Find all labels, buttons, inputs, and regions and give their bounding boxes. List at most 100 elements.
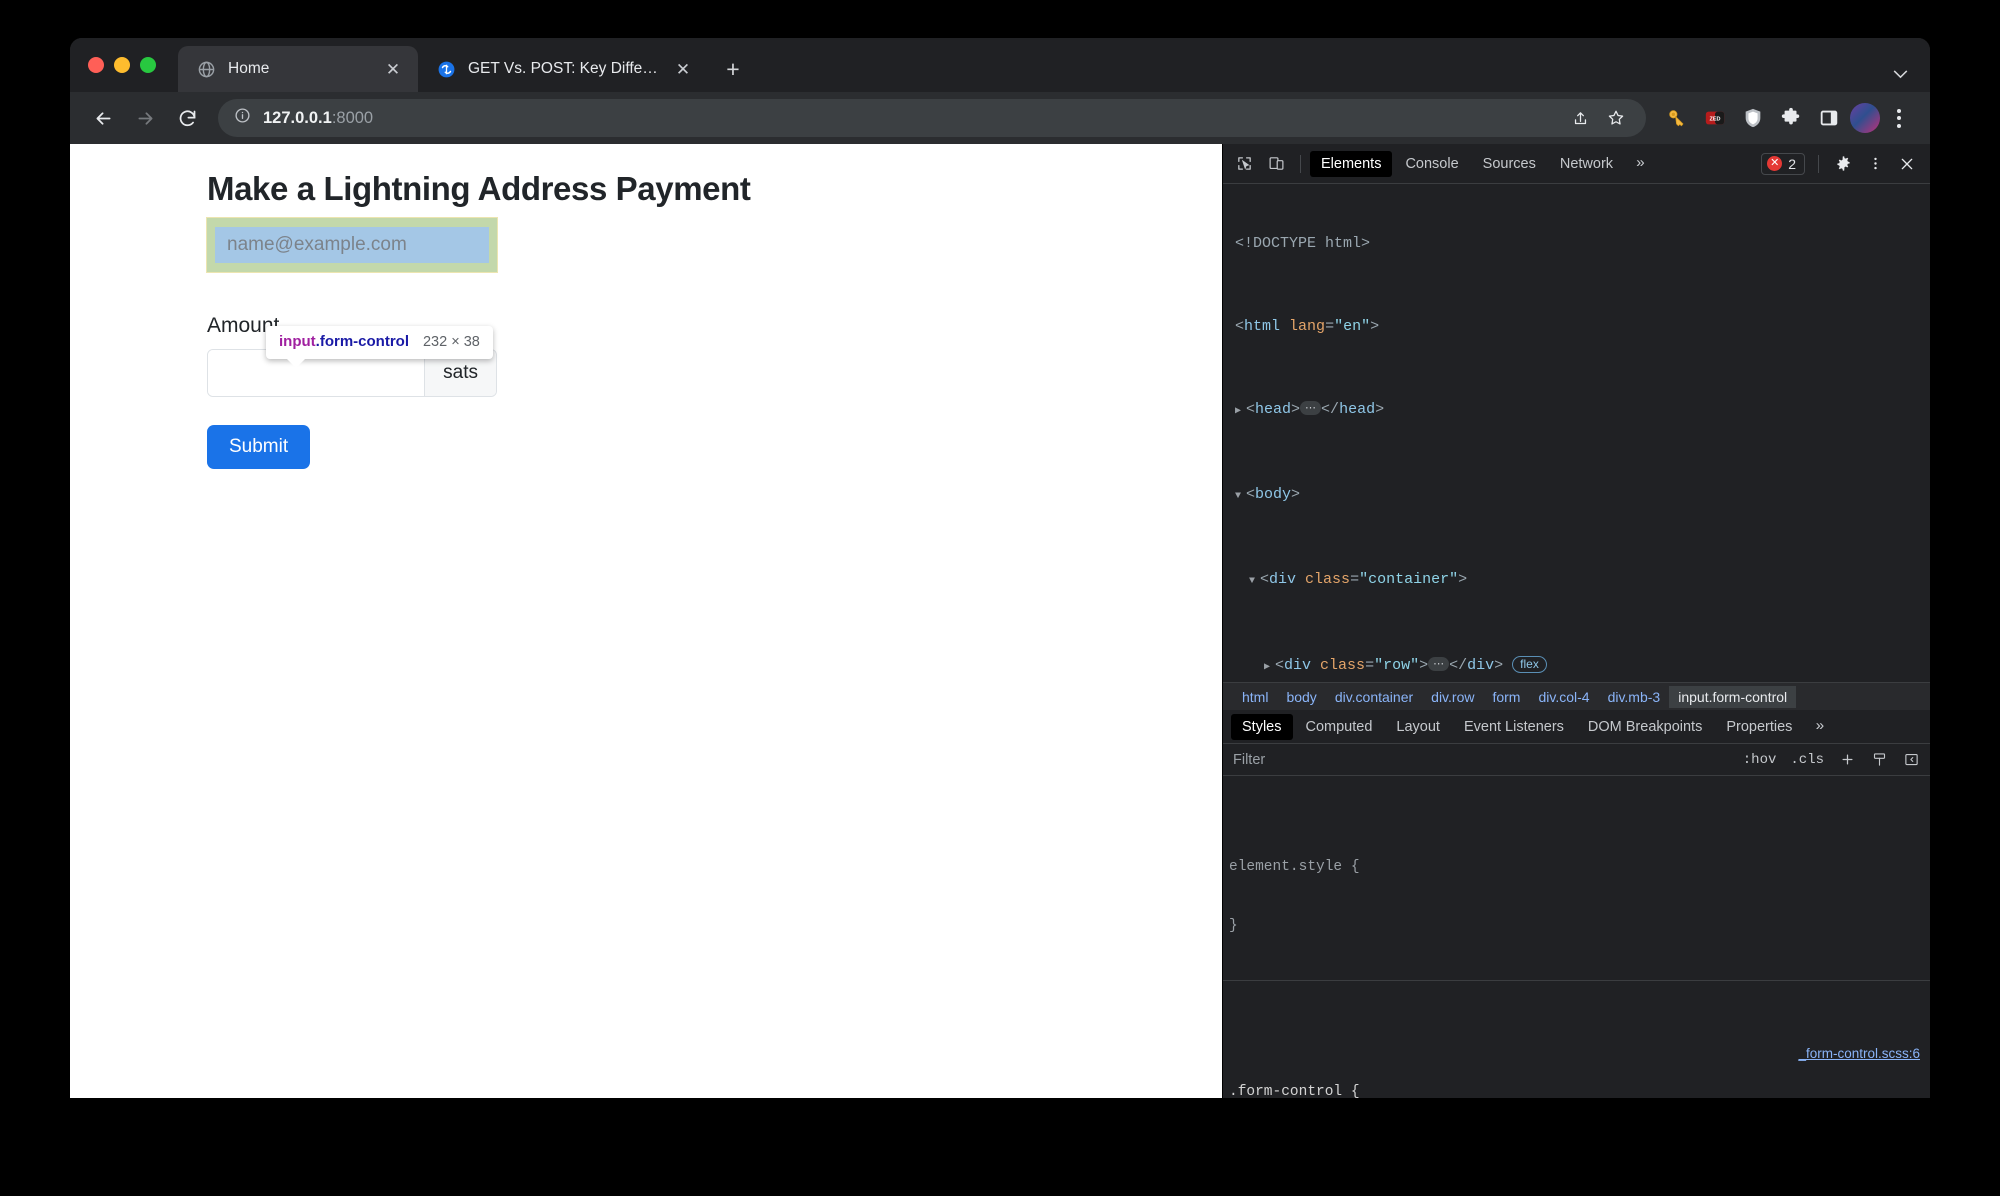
tooltip-selector: input.form-control (279, 333, 409, 351)
tab-computed[interactable]: Computed (1295, 714, 1384, 740)
tab-dom-breakpoints[interactable]: DOM Breakpoints (1577, 714, 1713, 740)
address-bar-url: 127.0.0.1:8000 (263, 109, 373, 128)
globe-icon (196, 59, 216, 79)
devtools-toolbar: Elements Console Sources Network » ✕ 2 (1223, 144, 1930, 184)
lnaddress-highlight-box (206, 217, 498, 273)
expand-arrow-icon[interactable]: ▶ (1235, 402, 1246, 423)
keys-extension-icon[interactable] (1660, 101, 1694, 135)
error-count: 2 (1788, 155, 1796, 172)
side-panel-icon[interactable] (1812, 101, 1846, 135)
device-toolbar-icon[interactable] (1261, 150, 1291, 178)
lnaddress-input[interactable] (215, 227, 489, 263)
puzzle-extensions-icon[interactable] (1774, 101, 1808, 135)
breadcrumb-item-container[interactable]: div.container (1326, 686, 1422, 708)
browser-menu-button[interactable] (1884, 101, 1914, 135)
dom-line[interactable]: ▶ <div class="row"> ⋯ </div> flex (1223, 655, 1930, 679)
toolbar-divider (1300, 154, 1301, 173)
styles-filter-input[interactable] (1233, 751, 1731, 768)
more-options-icon[interactable] (1860, 150, 1890, 178)
extension-toolbar: ZED (1650, 101, 1914, 135)
toolbar-divider (1818, 154, 1819, 173)
breadcrumb-item-mb3[interactable]: div.mb-3 (1599, 686, 1670, 708)
submit-button[interactable]: Submit (207, 425, 311, 469)
window-traffic-lights (88, 38, 178, 92)
breadcrumb-item-body[interactable]: body (1277, 686, 1325, 708)
hov-toggle[interactable]: :hov (1741, 752, 1779, 768)
dom-line[interactable]: ▼ <div class="container"> (1223, 570, 1930, 593)
tab-sources[interactable]: Sources (1472, 151, 1547, 177)
geeksforgeeks-icon (436, 59, 456, 79)
profile-avatar[interactable] (1850, 103, 1880, 133)
more-panels-icon[interactable]: » (1626, 155, 1655, 172)
omnibox-actions (1564, 102, 1632, 134)
rule-element-style[interactable]: element.style { } (1223, 815, 1930, 981)
web-page-viewport: Make a Lightning Address Payment input.f… (70, 144, 1222, 1098)
collapse-arrow-icon[interactable]: ▼ (1235, 487, 1246, 508)
tab-event-listeners[interactable]: Event Listeners (1453, 714, 1575, 740)
styles-rules-list[interactable]: element.style { } .form-control { _form-… (1223, 776, 1930, 1098)
error-count-badge[interactable]: ✕ 2 (1761, 152, 1805, 175)
url-port: :8000 (331, 108, 374, 127)
element-style-close: } (1229, 918, 1238, 935)
tab-network[interactable]: Network (1549, 151, 1624, 177)
browser-window: Home ✕ GET Vs. POST: Key Difference ✕ + (70, 38, 1930, 1098)
error-icon: ✕ (1767, 156, 1783, 171)
gear-icon[interactable] (1828, 150, 1858, 178)
cls-toggle[interactable]: .cls (1788, 752, 1826, 768)
breadcrumb-item-form[interactable]: form (1483, 686, 1529, 708)
back-button[interactable] (84, 99, 122, 137)
tab-properties[interactable]: Properties (1715, 714, 1803, 740)
expand-arrow-icon[interactable]: ▶ (1264, 658, 1275, 679)
reload-button[interactable] (168, 99, 206, 137)
breadcrumb-item-col4[interactable]: div.col-4 (1529, 686, 1598, 708)
collapse-arrow-icon[interactable]: ▼ (1249, 572, 1260, 593)
share-icon[interactable] (1564, 102, 1596, 134)
breadcrumb-item-html[interactable]: html (1233, 686, 1277, 708)
chevron-down-icon[interactable] (1893, 66, 1908, 82)
tab-home[interactable]: Home ✕ (178, 46, 418, 92)
tab-styles[interactable]: Styles (1231, 713, 1293, 740)
tab-console[interactable]: Console (1394, 151, 1469, 177)
breadcrumb-item-row[interactable]: div.row (1422, 686, 1483, 708)
element-inspector-tooltip: input.form-control 232 × 38 (266, 326, 493, 368)
dom-line[interactable]: <html lang="en"> (1223, 317, 1930, 338)
collapsed-content-icon[interactable]: ⋯ (1428, 656, 1450, 671)
breadcrumb-item-input[interactable]: input.form-control (1669, 685, 1797, 708)
flex-badge[interactable]: flex (1512, 655, 1547, 673)
rule-form-control[interactable]: .form-control { _form-control.scss:6 dis… (1223, 1040, 1930, 1098)
dom-line[interactable]: ▶ <head> ⋯ </head> (1223, 400, 1930, 423)
add-rule-icon[interactable] (1836, 752, 1858, 767)
devtools-panel: Elements Console Sources Network » ✕ 2 <… (1222, 144, 1930, 1098)
dom-tree[interactable]: <!DOCTYPE html> <html lang="en"> ▶ <head>… (1223, 184, 1930, 682)
forward-button[interactable] (126, 99, 164, 137)
dom-line[interactable]: <!DOCTYPE html> (1223, 234, 1930, 255)
zed-extension-icon[interactable]: ZED (1698, 101, 1732, 135)
minimize-window-button[interactable] (114, 57, 130, 73)
dom-line[interactable]: ▼ <body> (1223, 485, 1930, 508)
info-circle-icon[interactable] (234, 107, 251, 129)
close-window-button[interactable] (88, 57, 104, 73)
close-icon[interactable]: ✕ (672, 58, 694, 80)
collapsed-content-icon[interactable]: ⋯ (1300, 400, 1322, 415)
new-tab-button[interactable]: + (716, 52, 750, 86)
devtools-toolbar-right: ✕ 2 (1761, 150, 1922, 178)
url-host: 127.0.0.1 (263, 108, 332, 127)
computed-styles-icon[interactable] (1868, 752, 1890, 767)
toggle-sidebar-icon[interactable] (1900, 752, 1922, 767)
navigation-bar: 127.0.0.1:8000 ZED (70, 92, 1930, 144)
inspect-element-icon[interactable] (1229, 150, 1259, 178)
tab-strip: Home ✕ GET Vs. POST: Key Difference ✕ + (70, 38, 1930, 92)
shield-extension-icon[interactable] (1736, 101, 1770, 135)
close-icon[interactable]: ✕ (382, 58, 404, 80)
element-style-selector: element.style { (1229, 859, 1360, 876)
tab-get-vs-post[interactable]: GET Vs. POST: Key Difference ✕ (418, 46, 708, 92)
more-styles-tabs-icon[interactable]: » (1805, 718, 1834, 735)
tab-layout[interactable]: Layout (1385, 714, 1451, 740)
tooltip-tag-name: input (279, 333, 316, 350)
star-icon[interactable] (1600, 102, 1632, 134)
rule-source-link[interactable]: _form-control.scss:6 (1798, 1044, 1920, 1064)
address-bar[interactable]: 127.0.0.1:8000 (218, 99, 1646, 137)
close-icon[interactable] (1892, 150, 1922, 178)
maximize-window-button[interactable] (140, 57, 156, 73)
tab-elements[interactable]: Elements (1310, 150, 1393, 177)
